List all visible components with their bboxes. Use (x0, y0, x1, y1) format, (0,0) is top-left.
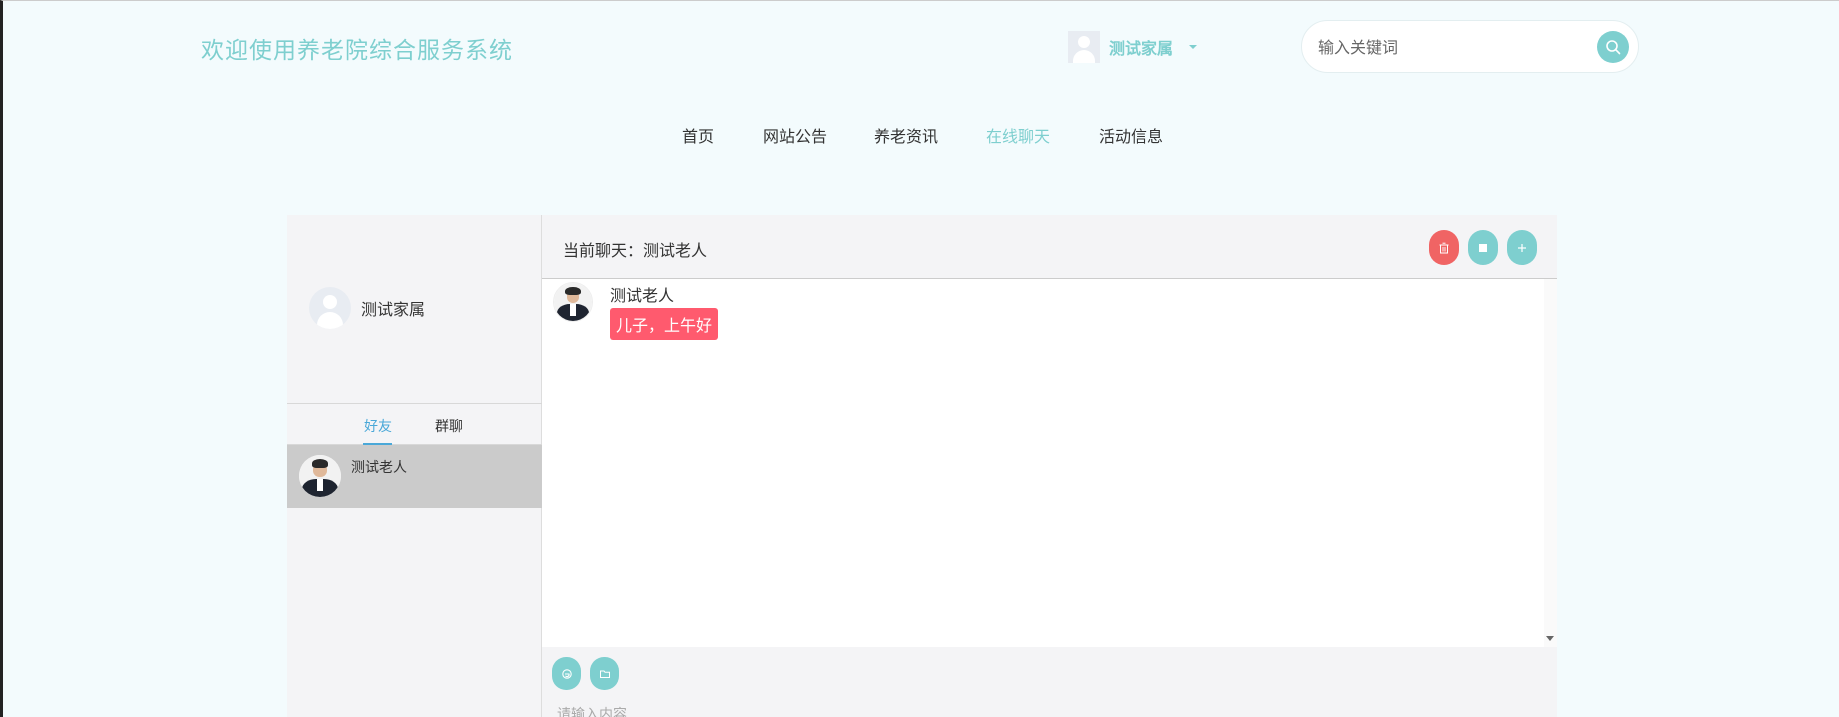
chat-panel: 测试家属 好友 群聊 测试老人 当前聊天：测试老人 测试老人 儿子，上午好 请输… (287, 215, 1557, 717)
chat-sidebar: 测试家属 好友 群聊 测试老人 (287, 215, 542, 717)
list-item[interactable]: 测试老人 (287, 445, 542, 508)
nav-item-home[interactable]: 首页 (682, 123, 714, 147)
site-title: 欢迎使用养老院综合服务系统 (201, 38, 513, 64)
nav-item-announcements[interactable]: 网站公告 (763, 123, 827, 147)
trash-icon (1439, 242, 1449, 253)
scroll-down-icon[interactable] (1546, 636, 1554, 641)
file-button[interactable] (590, 657, 619, 690)
message-sender: 测试老人 (610, 286, 675, 305)
chat-main: 当前聊天：测试老人 测试老人 儿子，上午好 请输入内容 (542, 215, 1557, 717)
avatar (299, 455, 341, 497)
tab-groups[interactable]: 群聊 (435, 416, 463, 436)
search-box (1301, 20, 1639, 73)
composer (542, 647, 1557, 717)
message-bubble: 儿子，上午好 (610, 308, 719, 340)
search-button[interactable] (1597, 31, 1629, 63)
chevron-down-icon (1189, 45, 1198, 49)
folder-icon (599, 670, 610, 678)
stop-button[interactable] (1468, 230, 1498, 265)
search-input[interactable] (1318, 33, 1578, 61)
user-menu[interactable]: 测试家属 (1068, 31, 1198, 63)
scrollbar[interactable] (1544, 279, 1557, 647)
tab-friends[interactable]: 好友 (364, 416, 392, 436)
nav-item-online-chat[interactable]: 在线聊天 (986, 123, 1050, 147)
header: 欢迎使用养老院综合服务系统 测试家属 (3, 1, 1839, 101)
search-icon (1606, 40, 1621, 55)
nav-item-news[interactable]: 养老资讯 (874, 123, 938, 147)
nav-item-activities[interactable]: 活动信息 (1099, 123, 1163, 147)
current-user-name: 测试家属 (361, 300, 426, 319)
chat-title: 当前聊天：测试老人 (563, 241, 708, 260)
user-avatar (1068, 31, 1100, 63)
friend-name: 测试老人 (351, 460, 407, 476)
square-icon (1479, 243, 1487, 252)
add-button[interactable] (1507, 230, 1537, 265)
emoji-icon (561, 668, 572, 679)
message-list[interactable]: 测试老人 儿子，上午好 (542, 279, 1557, 647)
user-name: 测试家属 (1109, 39, 1174, 58)
plus-icon (1518, 243, 1526, 252)
message-input[interactable] (557, 705, 1457, 717)
delete-button[interactable] (1429, 230, 1459, 265)
chat-header: 当前聊天：测试老人 (542, 215, 1557, 279)
main-nav: 首页 网站公告 养老资讯 在线聊天 活动信息 (3, 123, 1839, 153)
avatar (309, 287, 351, 329)
contact-tabs: 好友 群聊 (287, 403, 542, 445)
emoji-button[interactable] (552, 657, 581, 690)
current-user: 测试家属 (309, 287, 425, 329)
avatar (553, 282, 593, 322)
